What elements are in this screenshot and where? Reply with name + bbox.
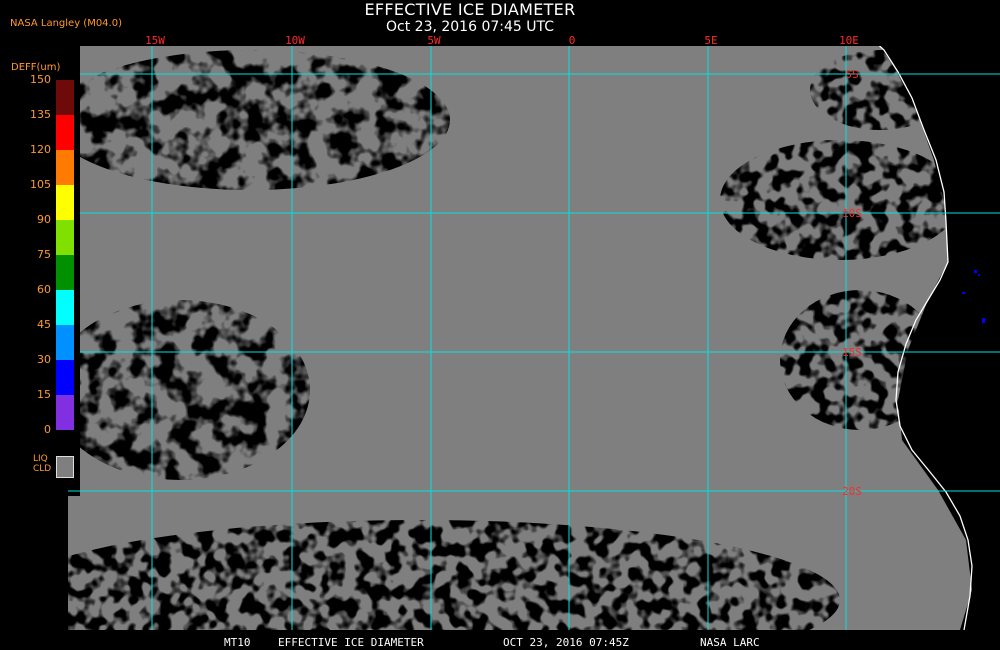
clear-sky-patches-e: [68, 46, 1000, 630]
footer-source: NASA LARC: [700, 636, 760, 649]
cloud-field: [68, 46, 1000, 630]
latitude-label: 10S: [842, 207, 862, 220]
ice-pixel: [974, 270, 977, 273]
longitude-label: 15W: [145, 34, 165, 47]
latitude-label: 20S: [842, 485, 862, 498]
latitude-label: 5S: [845, 68, 858, 81]
longitude-label: 5W: [427, 34, 441, 47]
ice-pixel: [982, 318, 985, 323]
ice-pixel: [978, 274, 980, 276]
longitude-label: 10E: [839, 34, 859, 47]
longitude-label: 5E: [704, 34, 717, 47]
footer-id: MT10: [224, 636, 251, 649]
satellite-map: 15W 10W 5W 0 5E 10E 5S 10S 15S 20S: [68, 34, 1000, 630]
footer-product: EFFECTIVE ICE DIAMETER: [278, 636, 424, 649]
longitude-label: 10W: [285, 34, 305, 47]
footer-datetime: OCT 23, 2016 07:45Z: [503, 636, 629, 649]
ice-pixel: [962, 292, 965, 294]
longitude-label: 0: [569, 34, 576, 47]
latitude-label: 15S: [842, 346, 862, 359]
